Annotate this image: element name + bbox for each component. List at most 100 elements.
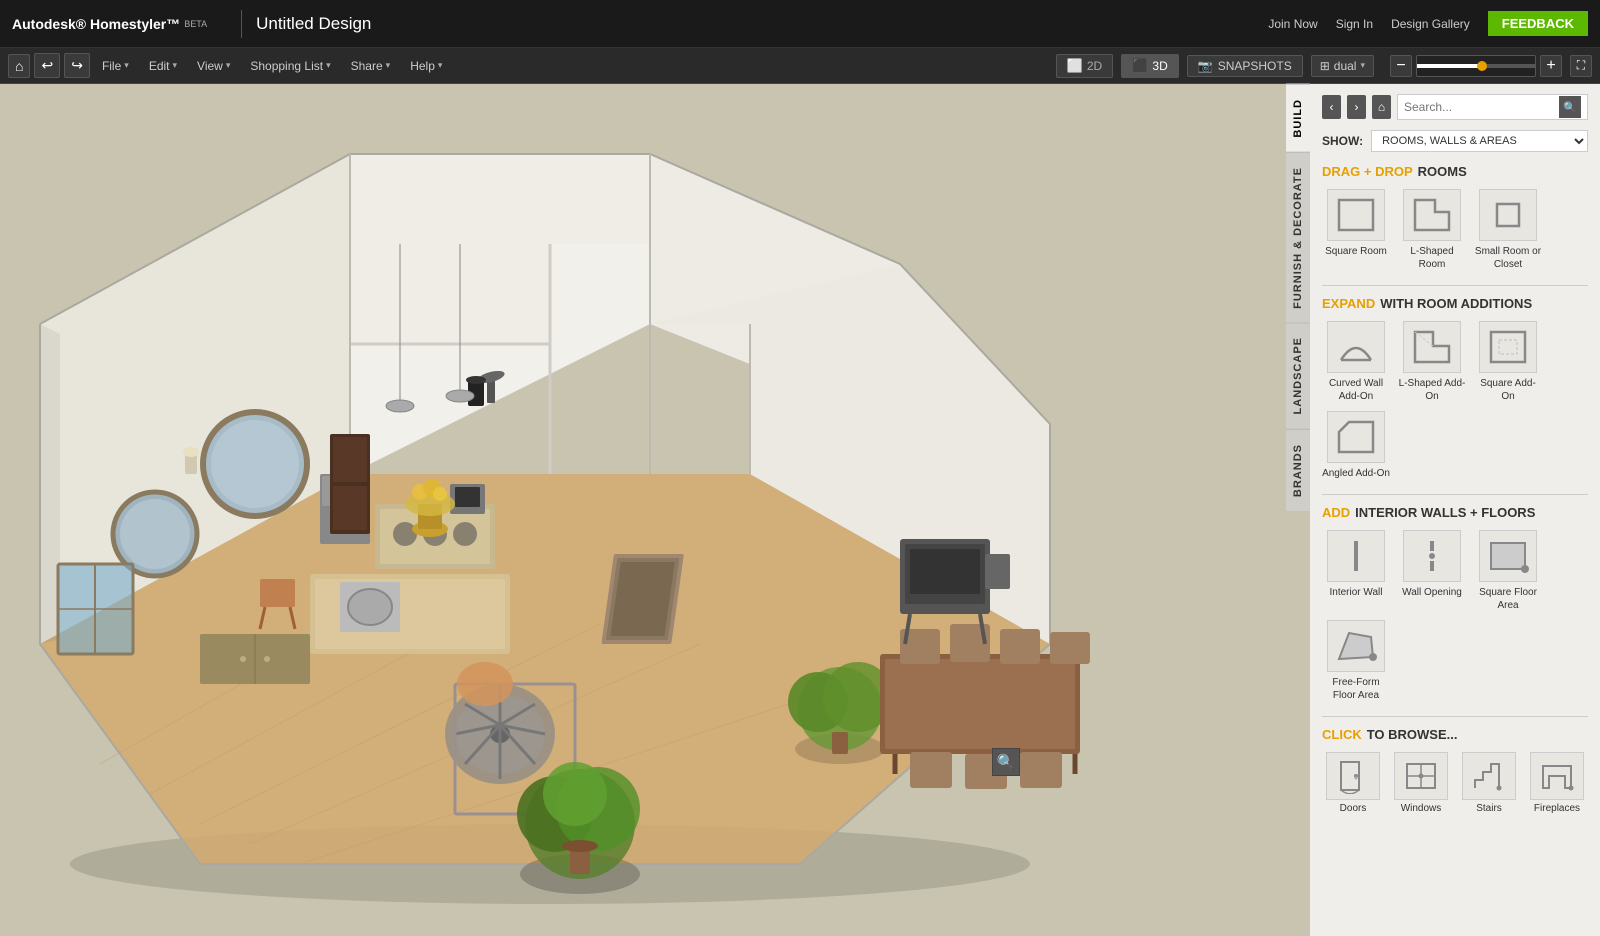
square-room-label: Square Room (1325, 245, 1387, 258)
stairs-label: Stairs (1476, 803, 1502, 814)
logo-beta: BETA (184, 19, 207, 29)
title-divider (241, 10, 242, 38)
square-add-item[interactable]: Square Add-On (1474, 321, 1542, 403)
expand-highlight: EXPAND (1322, 296, 1375, 311)
menu-left: ⌂ ↩ ↪ File ▾ Edit ▾ View ▾ Shopping List… (8, 53, 450, 78)
show-select[interactable]: ROOMS, WALLS & AREAS (1371, 130, 1588, 152)
undo-button[interactable]: ↩ (34, 53, 60, 78)
magnifier-icon: 🔍 (997, 753, 1016, 771)
shopping-list-arrow: ▾ (326, 60, 331, 71)
furnish-decorate-tab[interactable]: FURNISH & DECORATE (1286, 152, 1310, 323)
feedback-button[interactable]: FEEDBACK (1488, 11, 1588, 36)
square-floor-item[interactable]: Square Floor Area (1474, 530, 1542, 612)
l-shaped-room-icon (1403, 189, 1461, 241)
build-tab[interactable]: BUILD (1286, 84, 1310, 152)
file-menu[interactable]: File ▾ (94, 55, 137, 77)
browse-title: CLICK TO BROWSE... (1322, 727, 1588, 742)
viewport[interactable]: ▲ ▼ ◄ ► ✛ ↺ ↻ (0, 84, 1310, 936)
search-submit-button[interactable]: 🔍 (1559, 96, 1581, 118)
angled-add-label: Angled Add-On (1322, 467, 1390, 480)
view-2d-button[interactable]: ⬜ 2D (1056, 54, 1114, 78)
expand-title: EXPAND WITH ROOM ADDITIONS (1322, 296, 1588, 311)
magnifier-button[interactable]: 🔍 (992, 748, 1020, 776)
fullscreen-button[interactable]: ⛶ (1570, 55, 1592, 77)
zoom-fill (1417, 64, 1482, 68)
expand-suffix: WITH ROOM ADDITIONS (1380, 296, 1532, 311)
square-floor-label: Square Floor Area (1474, 586, 1542, 612)
edit-menu-arrow: ▾ (173, 60, 178, 71)
view-menu[interactable]: View ▾ (189, 55, 238, 77)
wall-opening-label: Wall Opening (1402, 586, 1462, 599)
freeform-floor-item[interactable]: Free-Form Floor Area (1322, 620, 1390, 702)
l-add-icon (1403, 321, 1461, 373)
square-room-item[interactable]: Square Room (1322, 189, 1390, 271)
freeform-floor-label: Free-Form Floor Area (1322, 676, 1390, 702)
zoom-slider[interactable] (1416, 55, 1536, 77)
browse-highlight: CLICK (1322, 727, 1362, 742)
dual-arrow: ▾ (1360, 60, 1365, 71)
sign-in-link[interactable]: Sign In (1336, 17, 1373, 31)
walls-floors-highlight: ADD (1322, 505, 1350, 520)
walls-floors-title: ADD INTERIOR WALLS + FLOORS (1322, 505, 1588, 520)
stairs-item[interactable]: Stairs (1458, 752, 1520, 814)
home-menu-button[interactable]: ⌂ (8, 54, 30, 78)
file-menu-arrow: ▾ (124, 60, 129, 71)
small-room-item[interactable]: Small Room or Closet (1474, 189, 1542, 271)
sidebar-nav-header: ‹ › ⌂ 🔍 (1322, 94, 1588, 120)
wall-opening-item[interactable]: Wall Opening (1398, 530, 1466, 612)
browse-grid: Doors Windows Stairs (1322, 752, 1588, 814)
walls-floors-grid: Interior Wall Wall Opening Square Floor … (1322, 530, 1588, 702)
drag-drop-highlight: DRAG + DROP (1322, 164, 1413, 179)
l-add-item[interactable]: L-Shaped Add-On (1398, 321, 1466, 403)
doors-label: Doors (1340, 803, 1367, 814)
join-now-link[interactable]: Join Now (1268, 17, 1317, 31)
l-shaped-room-item[interactable]: L-Shaped Room (1398, 189, 1466, 271)
room-additions-grid: Curved Wall Add-On L-Shaped Add-On Squar… (1322, 321, 1588, 480)
sidebar-search-box[interactable]: 🔍 (1397, 94, 1588, 120)
curved-wall-item[interactable]: Curved Wall Add-On (1322, 321, 1390, 403)
snapshots-button[interactable]: 📷 SNAPSHOTS (1187, 55, 1303, 77)
fireplaces-item[interactable]: Fireplaces (1526, 752, 1588, 814)
landscape-tab[interactable]: LANDSCAPE (1286, 322, 1310, 428)
design-gallery-link[interactable]: Design Gallery (1391, 17, 1470, 31)
help-menu-arrow: ▾ (438, 60, 443, 71)
fireplaces-label: Fireplaces (1534, 803, 1580, 814)
home-button[interactable]: ⌂ (1372, 95, 1391, 119)
curved-wall-icon (1327, 321, 1385, 373)
divider-2 (1322, 494, 1588, 495)
windows-item[interactable]: Windows (1390, 752, 1452, 814)
main-content: ▲ ▼ ◄ ► ✛ ↺ ↻ (0, 84, 1600, 936)
divider-1 (1322, 285, 1588, 286)
doors-item[interactable]: Doors (1322, 752, 1384, 814)
menu-right: ⬜ 2D ⬛ 3D 📷 SNAPSHOTS ⊞ dual ▾ − + ⛶ (1056, 54, 1592, 78)
edit-menu[interactable]: Edit ▾ (141, 55, 185, 77)
show-label: SHOW: (1322, 134, 1363, 148)
interior-wall-item[interactable]: Interior Wall (1322, 530, 1390, 612)
freeform-floor-icon (1327, 620, 1385, 672)
browse-suffix: TO BROWSE... (1367, 727, 1458, 742)
2d-icon: ⬜ (1067, 58, 1083, 74)
help-menu[interactable]: Help ▾ (402, 55, 450, 77)
right-sidebar: ‹ › ⌂ 🔍 SHOW: ROOMS, WALLS & AREAS DRAG … (1310, 84, 1600, 936)
shopping-list-menu[interactable]: Shopping List ▾ (242, 55, 338, 77)
zoom-thumb[interactable] (1477, 61, 1487, 71)
back-button[interactable]: ‹ (1322, 95, 1341, 119)
share-menu[interactable]: Share ▾ (343, 55, 399, 77)
zoom-bar: − + (1390, 55, 1562, 77)
zoom-out-button[interactable]: − (1390, 55, 1412, 77)
forward-button[interactable]: › (1347, 95, 1366, 119)
dual-view-button[interactable]: ⊞ dual ▾ (1311, 55, 1374, 77)
design-title: Untitled Design (256, 14, 371, 34)
view-3d-button[interactable]: ⬛ 3D (1121, 54, 1179, 78)
drag-drop-rooms-title: DRAG + DROP ROOMS (1322, 164, 1588, 179)
square-floor-icon (1479, 530, 1537, 582)
angled-add-item[interactable]: Angled Add-On (1322, 411, 1390, 480)
brands-tab[interactable]: BRANDS (1286, 429, 1310, 511)
zoom-in-button[interactable]: + (1540, 55, 1562, 77)
doors-icon (1326, 752, 1380, 800)
windows-label: Windows (1401, 803, 1442, 814)
redo-button[interactable]: ↪ (64, 53, 90, 78)
search-input[interactable] (1404, 100, 1559, 114)
l-shaped-room-label: L-Shaped Room (1398, 245, 1466, 271)
logo: Autodesk® Homestyler™ BETA (12, 16, 207, 32)
